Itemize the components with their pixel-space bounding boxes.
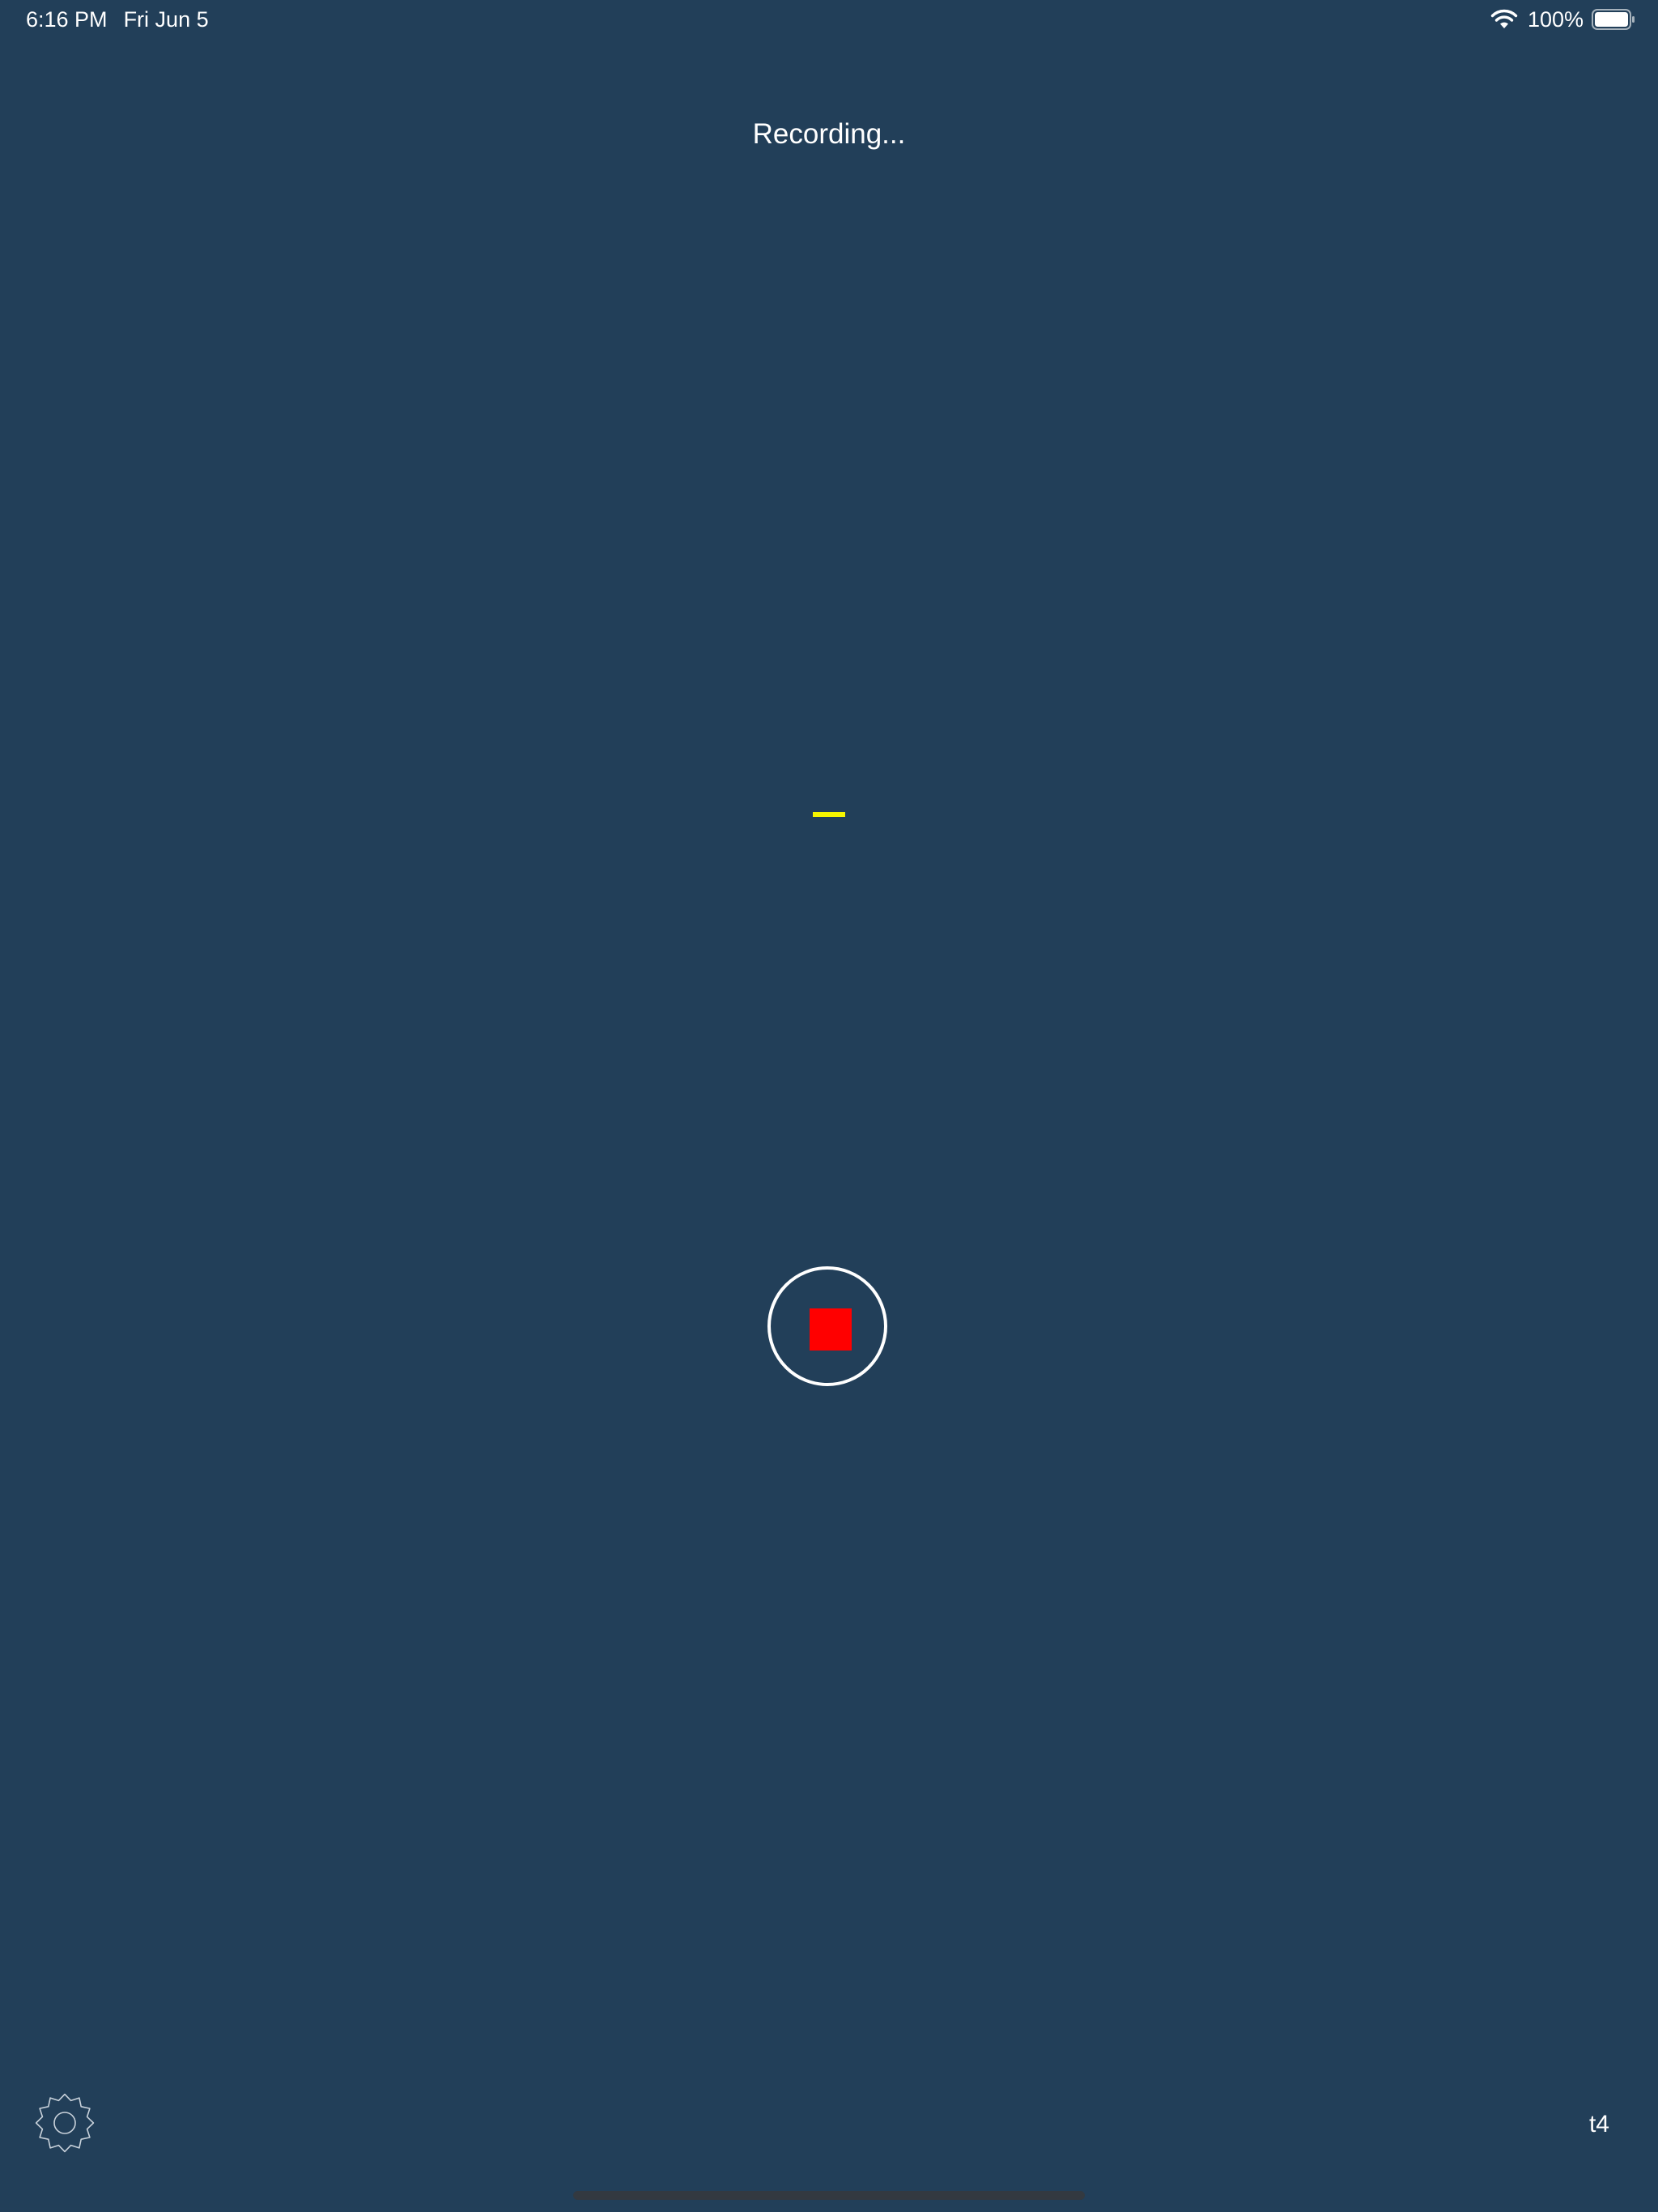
status-left: 6:16 PM Fri Jun 5 [26, 5, 209, 34]
status-right: 100% [1490, 5, 1635, 34]
wifi-icon [1490, 9, 1518, 28]
audio-level-indicator [813, 812, 845, 817]
status-time: 6:16 PM [26, 7, 108, 32]
status-bar: 6:16 PM Fri Jun 5 100% [0, 0, 1658, 39]
stop-square-icon [810, 1308, 852, 1351]
version-label: t4 [1588, 2111, 1609, 2138]
recording-status-text: Recording... [752, 118, 906, 150]
battery-percent: 100% [1527, 6, 1584, 32]
gear-icon[interactable] [32, 2092, 97, 2157]
status-date: Fri Jun 5 [123, 7, 209, 32]
home-indicator[interactable] [573, 2191, 1085, 2200]
battery-icon [1592, 9, 1635, 30]
stop-recording-button[interactable] [767, 1266, 887, 1386]
